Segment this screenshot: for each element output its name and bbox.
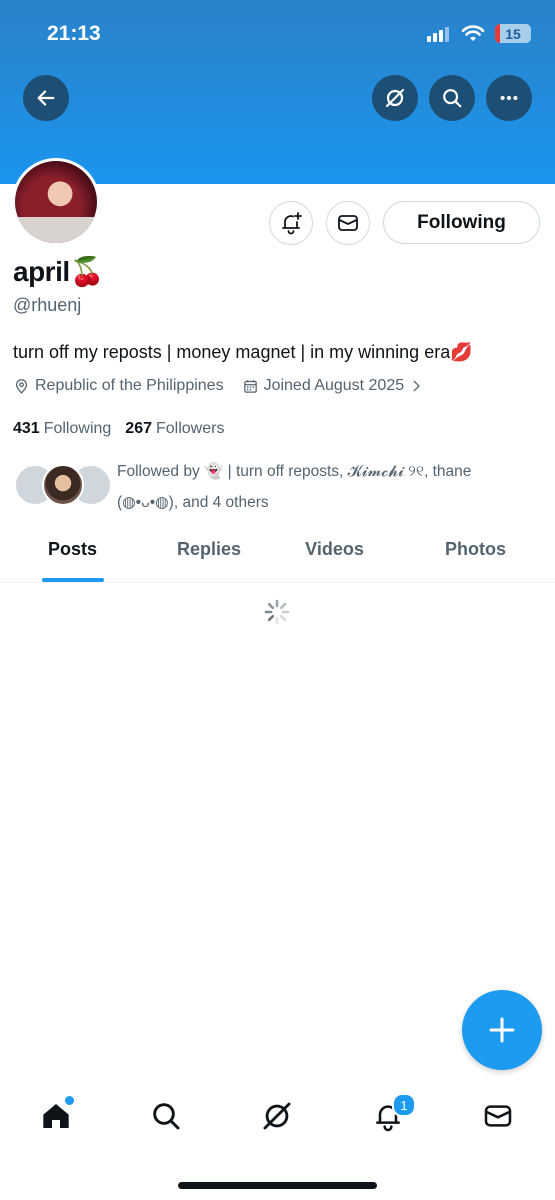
tab-replies[interactable]: Replies (145, 530, 273, 582)
nav-messages[interactable] (468, 1085, 528, 1147)
search-icon (443, 89, 462, 108)
tab-videos-label: Videos (305, 539, 364, 559)
tab-videos[interactable]: Videos (273, 530, 396, 582)
following-count: 431 (13, 420, 40, 437)
tab-photos-label: Photos (445, 539, 506, 559)
nav-home[interactable] (26, 1085, 86, 1147)
message-button[interactable] (326, 201, 370, 245)
tab-posts[interactable]: Posts (0, 530, 145, 582)
follow-counts: 431 Following 267 Followers (13, 420, 224, 438)
following-count-link[interactable]: 431 Following (13, 420, 111, 438)
cellular-signal-icon (427, 26, 449, 42)
followers-label: Followers (156, 420, 225, 437)
joined-text: Joined August 2025 (263, 377, 405, 394)
profile-meta: Republic of the Philippines Joined Augus… (13, 377, 441, 395)
bio-text: turn off my reposts | money magnet | in … (13, 342, 451, 362)
nav-grok[interactable] (247, 1085, 307, 1147)
following-label: Following (43, 420, 112, 437)
follower-avatar (42, 464, 84, 506)
status-icons: 15 (427, 24, 531, 43)
grok-icon (263, 1102, 291, 1130)
bell-plus-icon (282, 212, 302, 235)
notifications-subscribe-button[interactable] (269, 201, 313, 245)
tab-posts-label: Posts (47, 539, 98, 559)
followed-by-line-1: Followed by 👻 | turn off reposts, 𝓚𝓲𝓶𝓬𝓱𝓲… (117, 463, 472, 480)
grok-button[interactable] (372, 75, 418, 121)
display-name-text: april (13, 256, 70, 287)
display-name: april🍒 (13, 255, 105, 288)
envelope-icon (484, 1105, 512, 1127)
home-indicator (178, 1182, 377, 1189)
calendar-icon (243, 379, 257, 393)
loading-spinner-icon (264, 599, 290, 625)
followed-by-line-2: (◍•ᴗ•◍), and 4 others (117, 494, 269, 511)
home-unread-dot (64, 1095, 75, 1106)
followed-by-text[interactable]: Followed by 👻 | turn off reposts, 𝓚𝓲𝓶𝓬𝓱𝓲… (117, 456, 537, 518)
location-text: Republic of the Philippines (35, 377, 224, 394)
envelope-icon (338, 215, 358, 231)
compose-post-button[interactable] (462, 990, 542, 1070)
tab-replies-label: Replies (176, 539, 242, 559)
joined-date[interactable]: Joined August 2025 (242, 377, 424, 395)
profile-bio: turn off my reposts | money magnet | in … (13, 342, 473, 363)
plus-icon (489, 1017, 515, 1043)
back-button[interactable] (23, 75, 69, 121)
followers-count-link[interactable]: 267 Followers (125, 420, 224, 438)
nav-search[interactable] (136, 1085, 196, 1147)
search-icon (153, 1103, 180, 1130)
profile-tabs: Posts Replies Videos Photos (0, 530, 555, 583)
more-icon (500, 95, 518, 101)
search-button[interactable] (429, 75, 475, 121)
nav-notifications[interactable]: 1 (358, 1085, 418, 1147)
bottom-navigation: 1 (0, 1085, 555, 1147)
followed-by-avatars[interactable] (14, 464, 112, 506)
cherry-emoji: 🍒 (69, 256, 105, 287)
chevron-right-icon (413, 380, 420, 392)
profile-avatar[interactable] (12, 158, 100, 246)
location: Republic of the Philippines (13, 377, 224, 395)
tab-photos[interactable]: Photos (396, 530, 555, 582)
battery-level: 15 (505, 25, 521, 42)
arrow-left-icon (37, 90, 55, 106)
followers-count: 267 (125, 420, 152, 437)
kiss-emoji: 💋 (450, 342, 473, 362)
status-time: 21:13 (47, 22, 101, 45)
more-button[interactable] (486, 75, 532, 121)
grok-icon (385, 88, 405, 108)
following-button[interactable]: Following (383, 201, 540, 244)
notifications-badge: 1 (392, 1093, 416, 1117)
battery-icon: 15 (495, 24, 531, 43)
username-handle: @rhuenj (13, 295, 82, 315)
active-tab-indicator (42, 578, 104, 582)
wifi-icon (461, 24, 485, 41)
location-pin-icon (15, 378, 28, 394)
